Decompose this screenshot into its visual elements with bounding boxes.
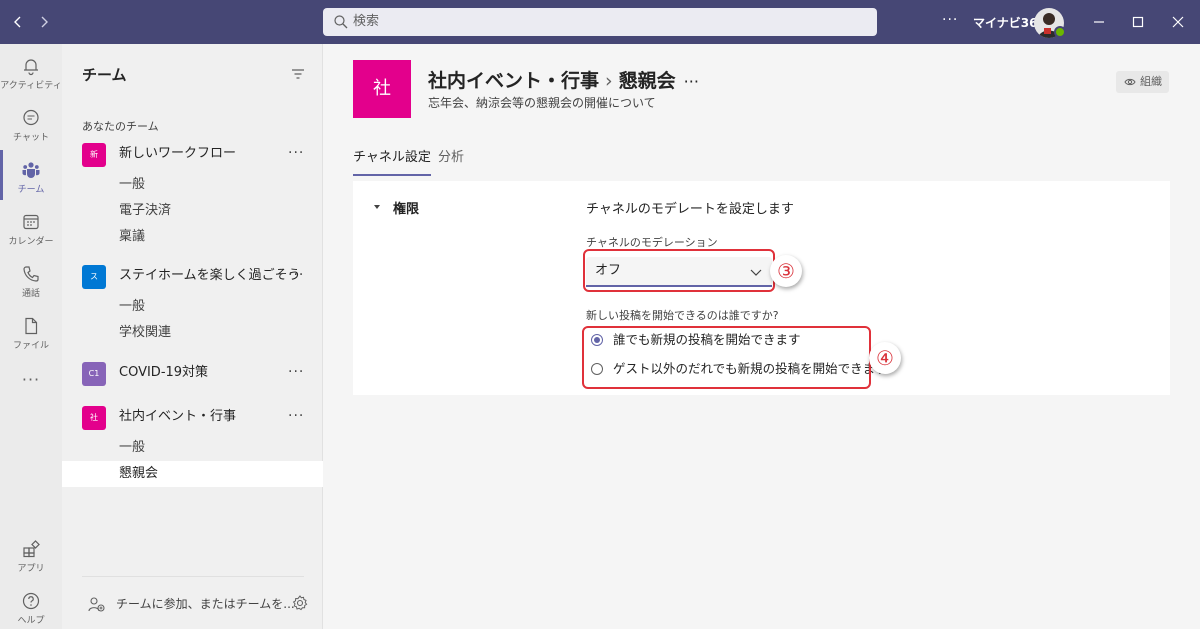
team-tile: 社 [82,406,106,430]
rail-item-calendar[interactable]: カレンダー [0,204,62,256]
presence-available-icon [1054,26,1066,38]
team-row-events[interactable]: 社 社内イベント・行事 ··· [62,402,323,432]
rail-label: アプリ [17,564,45,574]
channel-item[interactable]: 一般 [62,294,323,320]
rail-item-help[interactable]: ヘルプ [0,583,62,629]
team-tile: C1 [82,362,106,386]
team-name: 社内イベント・行事 [119,409,237,424]
forward-icon[interactable] [34,12,54,32]
channel-avatar: 社 [353,60,411,118]
rail-label: カレンダー [8,237,54,247]
maximize-button[interactable] [1126,10,1150,34]
highlight-box-3 [583,249,775,292]
team-row-stayhome[interactable]: ス ステイホームを楽しく過ごそう ··· [62,261,323,291]
team-row-workflow[interactable]: 新 新しいワークフロー ··· [62,139,323,169]
eye-icon [1124,78,1136,86]
channel-name: 懇親会 [618,70,676,92]
search-placeholder: 検索 [353,14,380,29]
rail-item-apps[interactable]: アプリ [0,531,62,583]
rail-label: 通話 [21,289,40,299]
rail-item-activity[interactable]: アクティビティ [0,48,62,100]
moderation-heading: チャネルのモデレートを設定します [586,202,794,217]
rail-label: ヘルプ [17,616,45,626]
app-rail: アクティビティ チャット チーム カレンダー 通話 ファイル ··· アプリ ヘ… [0,44,62,629]
add-people-icon [88,597,105,612]
channel-label: 一般 [119,177,146,192]
back-icon[interactable] [8,12,28,32]
moderation-label: チャネルのモデレーション [586,236,718,249]
channel-label: 稟議 [119,229,146,244]
org-button-label: 組織 [1140,75,1162,88]
rail-item-files[interactable]: ファイル [0,308,62,360]
post-permission-label: 新しい投稿を開始できるのは誰ですか? [586,309,779,322]
team-more-button[interactable]: ··· [288,358,304,386]
team-more-button[interactable]: ··· [288,261,304,289]
channel-label: 一般 [119,440,146,455]
bell-icon [24,59,38,76]
rail-more-button[interactable]: ··· [0,370,62,389]
teams-pane-title: チーム [82,66,127,84]
channel-label: 一般 [119,299,146,314]
team-name: 新しいワークフロー [119,146,237,161]
team-tile: 新 [82,143,106,167]
team-title[interactable]: 社内イベント・行事 [428,70,599,92]
channel-label: 懇親会 [119,466,159,481]
teams-icon [22,162,40,178]
channel-item[interactable]: 一般 [62,435,323,461]
tab-analytics[interactable]: 分析 [438,148,464,176]
channel-item[interactable]: 一般 [62,172,323,198]
help-icon [22,592,40,610]
main-content: 社 社内イベント・行事 › 懇親会 ··· 忘年会、納涼会等の懇親会の開催について 組… [323,44,1200,629]
calendar-icon [23,214,39,230]
team-more-button[interactable]: ··· [288,139,304,167]
teams-pane: チーム あなたのチーム 新 新しいワークフロー ··· 一般 電子決済 稟議 ス… [62,44,323,629]
team-name: COVID-19対策 [119,365,209,380]
channel-label: 学校関連 [119,325,172,340]
close-button[interactable] [1166,10,1190,34]
filter-icon[interactable] [290,66,306,82]
org-button[interactable]: 組織 [1116,71,1169,93]
team-tile: ス [82,265,106,289]
permissions-section-title[interactable]: 権限 [393,198,419,217]
gear-icon[interactable] [291,594,309,612]
channel-item[interactable]: 稟議 [62,224,323,250]
rail-label: ファイル [12,341,49,351]
apps-icon [23,540,40,558]
search-icon [334,15,348,29]
collapse-caret-icon[interactable] [373,203,381,211]
join-label: チームに参加、またはチームを... [116,597,295,611]
channel-item[interactable]: 電子決済 [62,198,323,224]
channel-more-button[interactable]: ··· [684,72,699,91]
rail-item-calls[interactable]: 通話 [0,256,62,308]
search-input[interactable]: 検索 [323,8,877,36]
rail-label: チャット [13,133,49,143]
settings-card: 権限 チャネルのモデレートを設定します チャネルのモデレーション オフ ③ 新し… [353,181,1170,395]
join-or-create-team-button[interactable]: チームに参加、またはチームを... [82,592,312,616]
more-options-button[interactable]: ··· [942,12,958,28]
tab-channel-settings[interactable]: チャネル設定 [353,148,431,176]
minimize-button[interactable] [1087,10,1111,34]
team-row-covid[interactable]: C1 COVID-19対策 ··· [62,358,323,388]
step-4-callout: ④ [869,342,901,374]
divider [82,576,304,577]
team-more-button[interactable]: ··· [288,402,304,430]
channel-description: 忘年会、納涼会等の懇親会の開催について [428,96,656,110]
highlight-box-4 [582,326,871,389]
title-bar: 検索 ··· マイナビ365 [0,0,1200,44]
team-name: ステイホームを楽しく過ごそう [119,268,301,283]
phone-icon [23,266,39,282]
step-3-callout: ③ [770,255,802,287]
channel-item-selected[interactable]: 懇親会 [62,461,323,487]
rail-item-chat[interactable]: チャット [0,100,62,152]
section-label: あなたのチーム [82,120,159,133]
file-icon [25,317,38,335]
channel-item[interactable]: 学校関連 [62,320,323,346]
chat-icon [23,109,39,126]
rail-label: アクティビティ [0,81,62,91]
rail-item-teams[interactable]: チーム [0,152,62,204]
channel-title: 社内イベント・行事 › 懇親会 ··· [428,66,699,93]
channel-label: 電子決済 [119,203,172,218]
rail-label: チーム [17,185,45,195]
breadcrumb-separator: › [605,70,613,92]
